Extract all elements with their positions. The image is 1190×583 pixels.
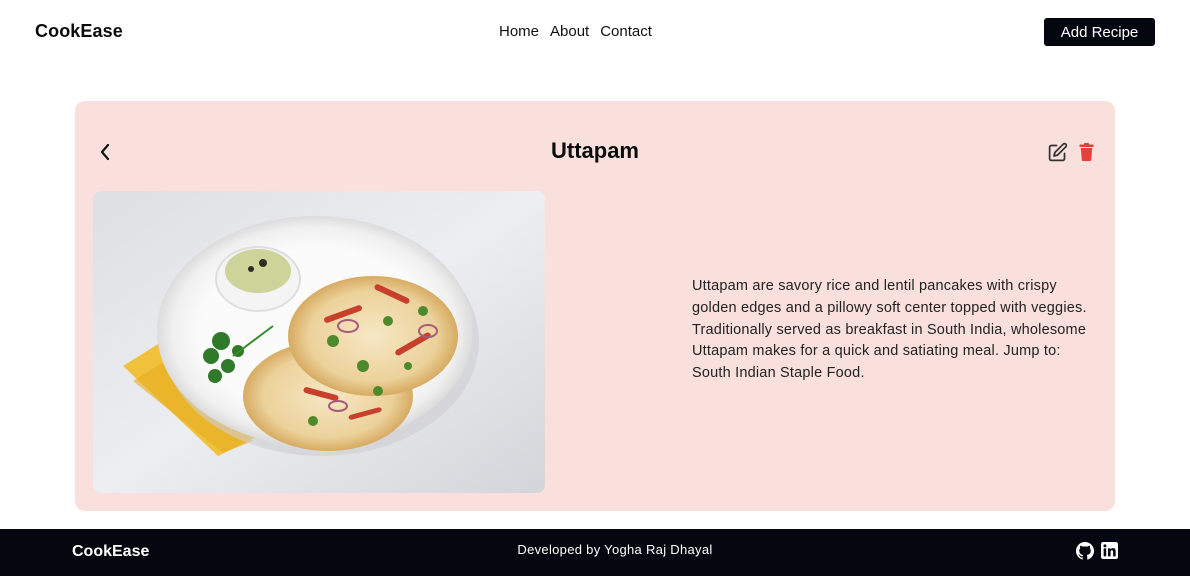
linkedin-icon[interactable] (1100, 541, 1119, 560)
recipe-image (93, 191, 545, 493)
brand-logo[interactable]: CookEase (35, 21, 123, 42)
footer-credit: Developed by Yogha Raj Dhayal (517, 542, 713, 557)
edit-icon[interactable] (1046, 141, 1068, 163)
recipe-description: Uttapam are savory rice and lentil panca… (692, 278, 1087, 382)
recipe-title: Uttapam (550, 138, 639, 163)
recipe-card: Uttapam Uttapam are savory rice and lent… (75, 101, 1115, 511)
nav-link-home[interactable]: Home (499, 23, 539, 40)
add-recipe-button[interactable]: Add Recipe (1044, 18, 1155, 46)
chevron-left-icon[interactable] (95, 141, 115, 163)
nav-link-about[interactable]: About (550, 23, 589, 40)
navbar: CookEase Home About Contact Add Recipe (0, 0, 1190, 64)
nav-link-contact[interactable]: Contact (600, 23, 652, 40)
footer: CookEase Developed by Yogha Raj Dhayal (0, 529, 1190, 576)
nav-links: Home About Contact (499, 23, 652, 40)
trash-icon[interactable] (1077, 141, 1095, 163)
github-icon[interactable] (1075, 541, 1094, 560)
social-links (1075, 541, 1119, 560)
